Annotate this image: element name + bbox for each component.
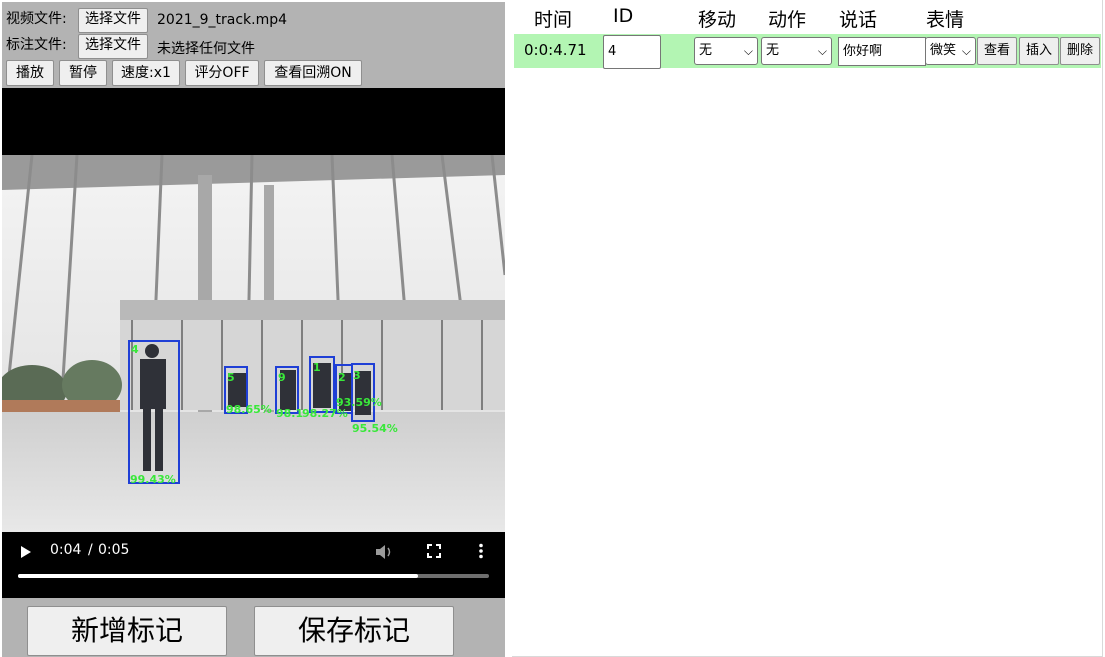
save-mark-button[interactable]: 保存标记 bbox=[254, 606, 454, 656]
time-separator: / bbox=[88, 542, 93, 558]
action-select-value: 无 bbox=[766, 43, 780, 58]
volume-icon[interactable] bbox=[375, 544, 393, 560]
chevron-down-icon: ⌵ bbox=[817, 44, 827, 58]
video-controls-bar: 0:04 / 0:05 bbox=[2, 532, 505, 598]
detection-id-label: 5 bbox=[227, 371, 235, 384]
delete-button[interactable]: 删除 bbox=[1060, 37, 1100, 65]
view-button[interactable]: 查看 bbox=[977, 37, 1017, 65]
header-action: 动作 bbox=[768, 9, 807, 31]
detection-id-label: 2 bbox=[338, 371, 346, 384]
table-row: 0:0:4.71 4 无 ⌵ 无 ⌵ 你好啊 微笑 ⌵ 查看 插入 删除 bbox=[514, 34, 1101, 69]
progress-bar[interactable] bbox=[18, 574, 489, 578]
speech-input[interactable]: 你好啊 bbox=[838, 37, 926, 66]
video-frame: 4 99.43% 5 98.65% 9 98.1 1 98.27% 2 93.5… bbox=[2, 155, 505, 532]
header-time: 时间 bbox=[534, 9, 573, 31]
detection-id-label: 3 bbox=[353, 369, 361, 382]
detection-score-label: 93.59% bbox=[336, 396, 382, 409]
video-filename: 2021_9_track.mp4 bbox=[157, 12, 288, 28]
header-speech: 说话 bbox=[839, 9, 878, 31]
detection-score-label: 99.43% bbox=[130, 473, 176, 486]
detection-score-label: 95.54% bbox=[352, 422, 398, 435]
replay-toggle-button[interactable]: 查看回溯ON bbox=[264, 60, 362, 86]
insert-button[interactable]: 插入 bbox=[1019, 37, 1059, 65]
detection-score-label: 98.65% bbox=[226, 403, 272, 416]
add-mark-button[interactable]: 新增标记 bbox=[27, 606, 227, 656]
progress-fill bbox=[18, 574, 419, 578]
choose-annotation-file-button[interactable]: 选择文件 bbox=[78, 34, 148, 59]
more-options-icon[interactable] bbox=[478, 543, 484, 559]
fullscreen-icon[interactable] bbox=[427, 544, 441, 558]
chevron-down-icon: ⌵ bbox=[961, 44, 971, 58]
move-select[interactable]: 无 ⌵ bbox=[694, 37, 758, 65]
move-select-value: 无 bbox=[699, 43, 713, 58]
play-icon[interactable] bbox=[20, 545, 32, 559]
chevron-down-icon: ⌵ bbox=[743, 44, 753, 58]
header-move: 移动 bbox=[698, 9, 737, 31]
video-file-label: 视频文件: bbox=[6, 11, 67, 27]
detection-id-label: 4 bbox=[131, 343, 139, 356]
speed-button[interactable]: 速度:x1 bbox=[112, 60, 180, 86]
detection-id-label: 9 bbox=[278, 371, 286, 384]
current-time: 0:04 bbox=[50, 542, 82, 558]
score-toggle-button[interactable]: 评分OFF bbox=[185, 60, 259, 86]
play-button[interactable]: 播放 bbox=[6, 60, 54, 86]
expression-select-value: 微笑 bbox=[930, 43, 957, 58]
header-id: ID bbox=[613, 5, 634, 27]
annotation-table: 时间 ID 移动 动作 说话 表情 0:0:4.71 4 无 ⌵ 无 ⌵ 你好啊… bbox=[512, 0, 1103, 657]
choose-video-file-button[interactable]: 选择文件 bbox=[78, 8, 148, 33]
pause-button[interactable]: 暂停 bbox=[59, 60, 107, 86]
total-time: 0:05 bbox=[98, 542, 130, 558]
annotation-file-label: 标注文件: bbox=[6, 37, 67, 53]
detection-id-label: 1 bbox=[313, 361, 321, 374]
id-input[interactable]: 4 bbox=[603, 35, 661, 69]
video-player[interactable]: 4 99.43% 5 98.65% 9 98.1 1 98.27% 2 93.5… bbox=[2, 88, 505, 598]
header-expression: 表情 bbox=[926, 9, 965, 31]
video-panel: 视频文件: 选择文件 2021_9_track.mp4 标注文件: 选择文件 未… bbox=[2, 2, 505, 657]
annotation-filename: 未选择任何文件 bbox=[157, 41, 255, 57]
row-time: 0:0:4.71 bbox=[524, 41, 587, 59]
action-select[interactable]: 无 ⌵ bbox=[761, 37, 832, 65]
detection-score-label: 98.1 bbox=[276, 407, 303, 420]
expression-select[interactable]: 微笑 ⌵ bbox=[925, 37, 976, 65]
